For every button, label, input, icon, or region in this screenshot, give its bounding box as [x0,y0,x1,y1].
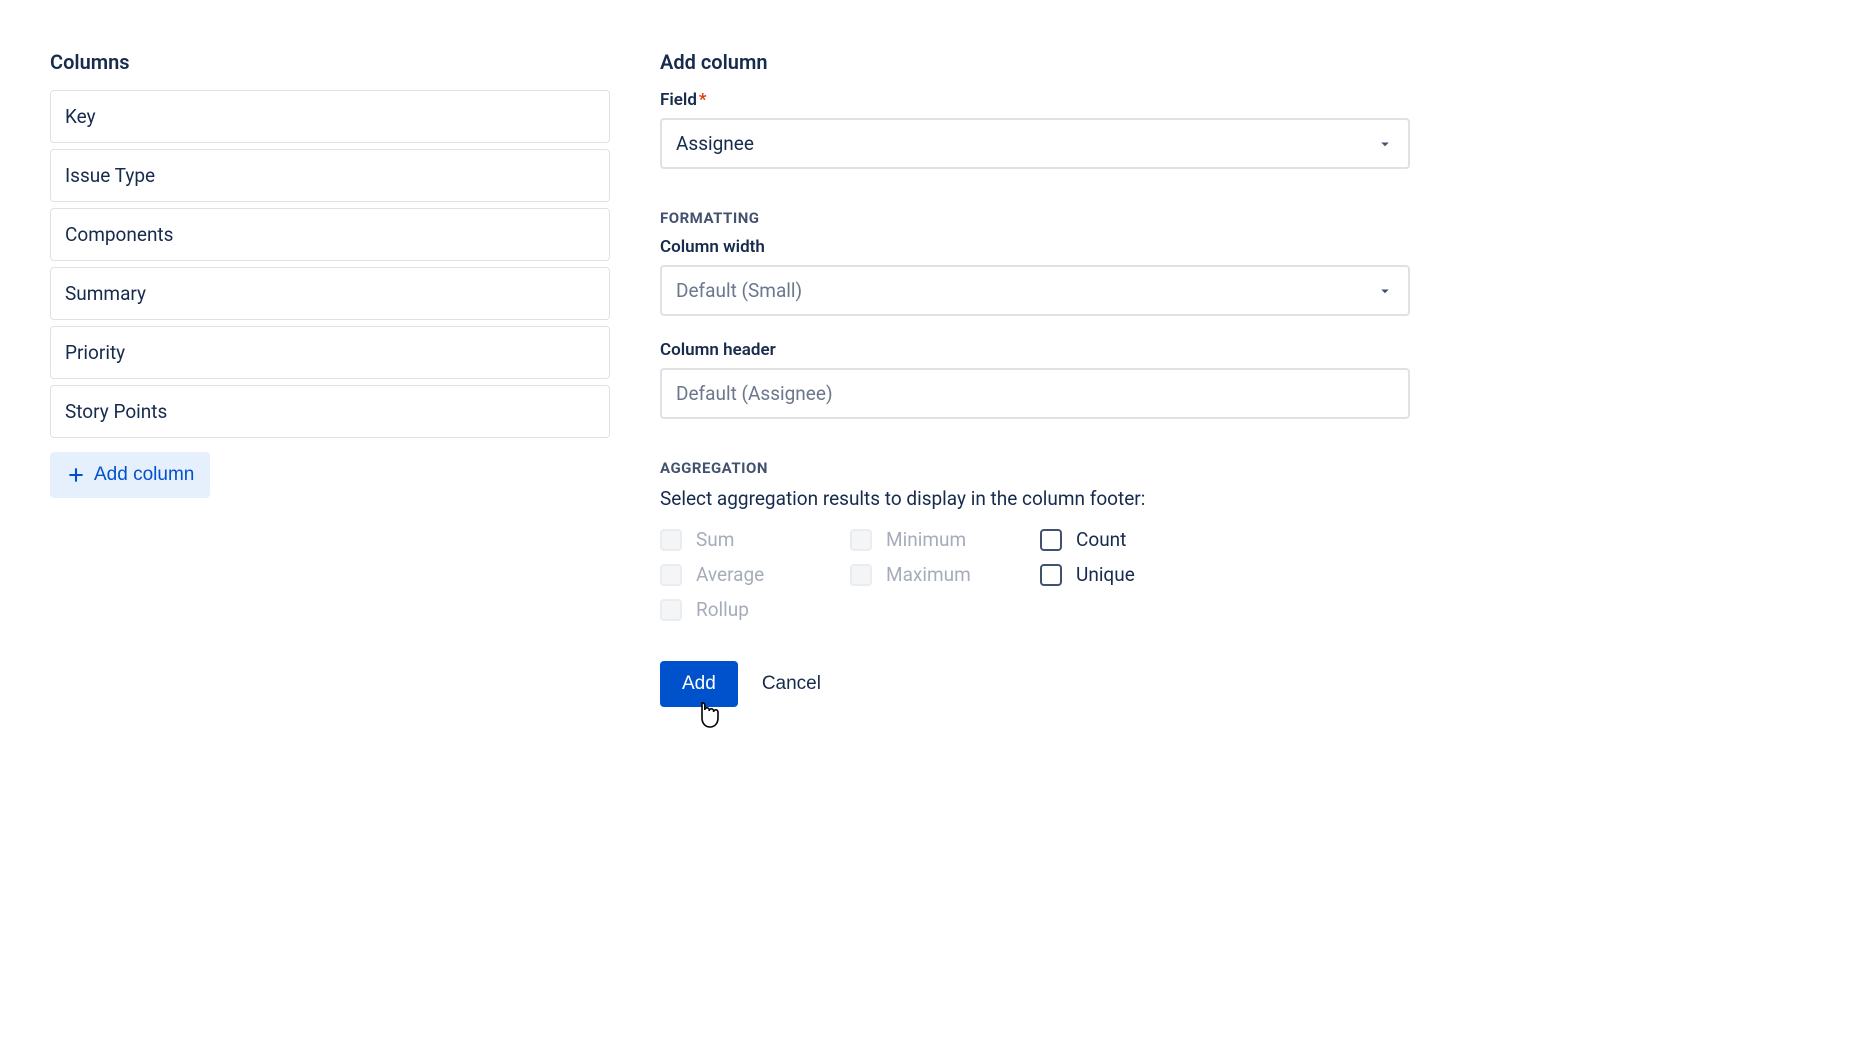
aggregation-description: Select aggregation results to display in… [660,487,1410,510]
checkbox-icon [660,599,682,621]
add-button[interactable]: Add [660,661,738,707]
agg-option-maximum: Maximum [850,563,1030,586]
column-item[interactable]: Priority [50,326,610,379]
column-header-input[interactable] [660,368,1410,419]
action-row: Add Cancel [660,661,1410,707]
add-column-title: Add column [660,50,1410,74]
checkbox-icon [850,529,872,551]
aggregation-options: Sum Minimum Count Average Maximum Unique… [660,528,1410,621]
column-item[interactable]: Issue Type [50,149,610,202]
cancel-button[interactable]: Cancel [762,673,821,695]
checkbox-icon [1040,564,1062,586]
column-width-select[interactable]: Default (Small) [660,265,1410,316]
add-column-label: Add column [94,464,194,486]
field-label: Field* [660,90,1410,110]
formatting-section-label: FORMATTING [660,209,1410,227]
add-column-button[interactable]: Add column [50,452,210,498]
column-item[interactable]: Components [50,208,610,261]
field-value: Assignee [676,132,754,155]
agg-option-minimum: Minimum [850,528,1030,551]
agg-option-unique[interactable]: Unique [1040,563,1220,586]
columns-title: Columns [50,50,610,74]
agg-option-average: Average [660,563,840,586]
chevron-down-icon [1376,282,1394,300]
columns-panel: Columns Key Issue Type Components Summar… [50,50,610,707]
column-header-label: Column header [660,340,1410,360]
column-item[interactable]: Key [50,90,610,143]
checkbox-icon [660,564,682,586]
field-select[interactable]: Assignee [660,118,1410,169]
aggregation-section-label: AGGREGATION [660,459,1410,477]
checkbox-icon [850,564,872,586]
column-item[interactable]: Story Points [50,385,610,438]
agg-option-sum: Sum [660,528,840,551]
checkbox-icon [1040,529,1062,551]
plus-icon [66,465,86,485]
checkbox-icon [660,529,682,551]
required-indicator: * [699,90,707,110]
agg-option-count[interactable]: Count [1040,528,1220,551]
column-item[interactable]: Summary [50,267,610,320]
column-width-label: Column width [660,237,1410,257]
agg-option-rollup: Rollup [660,598,840,621]
chevron-down-icon [1376,135,1394,153]
column-width-value: Default (Small) [676,279,802,302]
add-column-panel: Add column Field* Assignee FORMATTING Co… [660,50,1410,707]
